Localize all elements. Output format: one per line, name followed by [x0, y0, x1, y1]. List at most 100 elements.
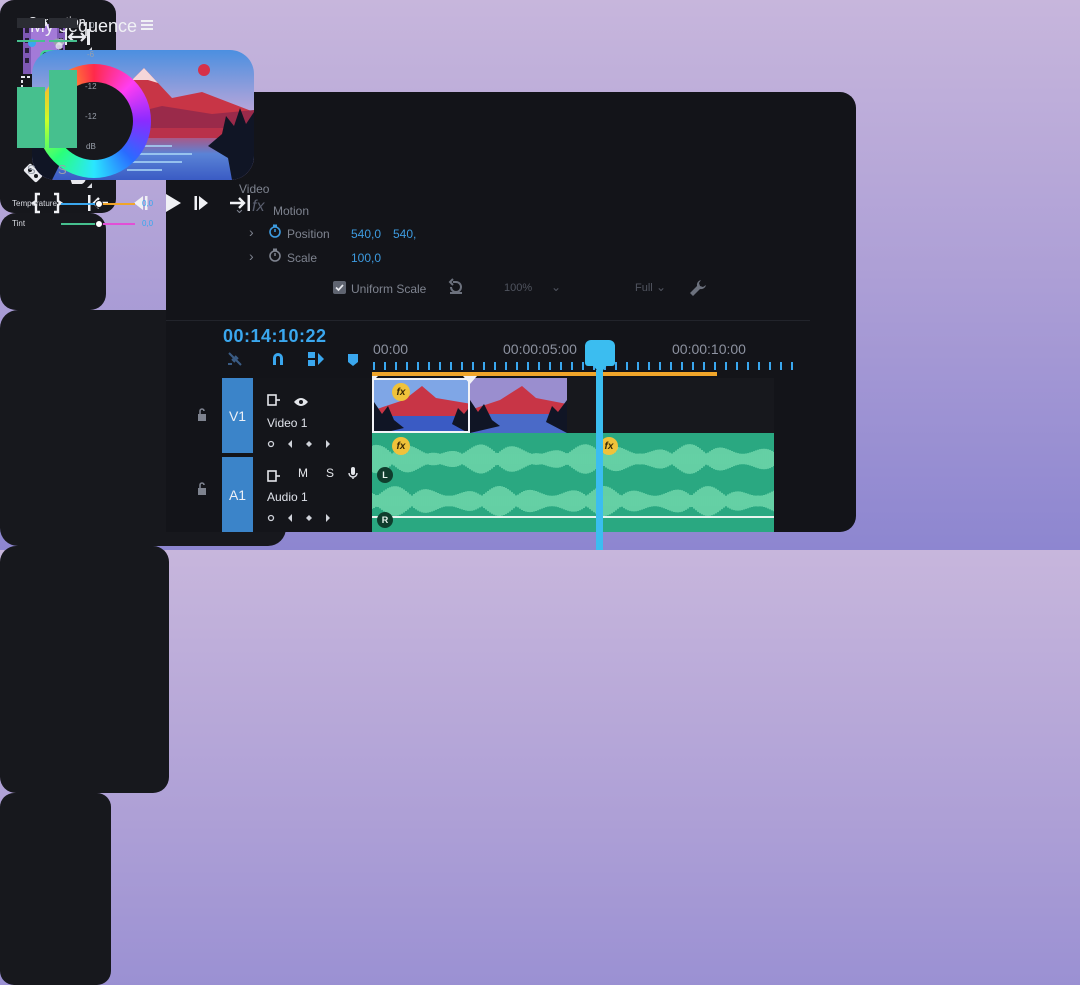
clip-thumbnail	[374, 380, 468, 431]
solo-right-button[interactable]: S	[58, 162, 67, 177]
snap-button[interactable]	[270, 351, 286, 372]
ruler-time-label: 00:00	[373, 341, 409, 357]
solo-button[interactable]: S	[326, 466, 334, 480]
add-marker-button[interactable]	[347, 353, 359, 372]
effect-controls: Video ⌄ fx Motion › Position 540,0 540, …	[228, 168, 818, 318]
db-scale-label: -6	[87, 50, 95, 59]
ruler-time-label: 00:00:05:00	[503, 341, 577, 357]
work-area-bar	[372, 372, 717, 376]
keyframe-controls	[267, 436, 337, 448]
fx-badge[interactable]: fx	[392, 437, 410, 455]
effect-name: Motion	[273, 204, 310, 218]
chevron-right-icon[interactable]: ›	[249, 224, 254, 240]
linked-selection-icon	[228, 352, 242, 366]
param-position-label: Position	[287, 227, 330, 241]
playhead[interactable]	[585, 340, 615, 550]
audio-waveform	[372, 444, 774, 518]
scale-value[interactable]: 100,0	[351, 251, 381, 265]
waveform-channel	[372, 486, 774, 516]
playhead-line	[596, 370, 603, 550]
param-scale-label: Scale	[287, 251, 318, 265]
audio-clip[interactable]	[372, 433, 774, 532]
lock-icon[interactable]	[196, 408, 208, 427]
temperature-slider[interactable]	[61, 200, 135, 208]
level-bar	[49, 70, 77, 148]
position-y-value[interactable]: 540,	[393, 227, 416, 241]
prev-keyframe-icon	[288, 514, 292, 522]
keyframe-controls	[267, 510, 337, 522]
chevron-right-icon[interactable]: ›	[249, 248, 254, 264]
correction-panel: ⌄ Correction Temperature 0,0 Tint 0,0	[0, 14, 169, 793]
marker-icon	[348, 354, 358, 366]
lock-icon[interactable]	[196, 482, 208, 501]
reset-icon[interactable]	[447, 278, 465, 301]
video-clip[interactable]	[470, 378, 567, 433]
transition-marker	[372, 376, 378, 382]
play-icon[interactable]	[162, 192, 184, 219]
checkmark-icon	[335, 284, 344, 292]
divider	[166, 320, 810, 321]
db-scale-label: -12	[85, 82, 97, 91]
track-name-audio[interactable]: Audio 1	[267, 490, 308, 504]
track-name-video[interactable]: Video 1	[267, 416, 307, 430]
meter-channel-left	[17, 18, 45, 148]
prev-keyframe-icon	[288, 440, 292, 448]
tint-label: Tint	[12, 219, 26, 228]
timecode[interactable]: 00:14:10:22	[223, 326, 327, 347]
video-clip[interactable]	[372, 378, 470, 433]
playhead-handle[interactable]	[585, 340, 615, 366]
db-scale-label: -12	[85, 112, 97, 121]
sequence-markers-button[interactable]	[307, 351, 325, 372]
next-keyframe-icon	[326, 440, 330, 448]
stopwatch-icon[interactable]	[268, 248, 282, 267]
keyframe-toggle-icon	[267, 514, 275, 522]
track-target-a1[interactable]: A1	[222, 457, 253, 532]
mute-button[interactable]: M	[298, 466, 308, 480]
track-target-v1[interactable]: V1	[222, 378, 253, 453]
temperature-label: Temperature	[12, 199, 57, 208]
toggle-sync-lock-icon[interactable]	[267, 393, 281, 411]
ruler-time-label: 00:00:10:00	[672, 341, 746, 357]
db-scale-label: dB	[86, 142, 96, 151]
audio-meters-panel: 0 -6 -12 -12 dB S S	[0, 18, 111, 985]
go-to-out-icon[interactable]	[228, 192, 252, 219]
tint-value[interactable]: 0,0	[142, 219, 153, 228]
level-bar	[17, 86, 45, 148]
step-forward-icon[interactable]	[192, 192, 212, 219]
fx-badge[interactable]: fx	[392, 383, 410, 401]
uniform-scale-label: Uniform Scale	[351, 282, 427, 296]
next-keyframe-icon	[326, 514, 330, 522]
menu-icon[interactable]	[140, 18, 154, 37]
peak-indicator	[17, 40, 45, 42]
stopwatch-icon[interactable]	[268, 224, 282, 243]
right-channel-badge: R	[377, 512, 393, 528]
slider-thumb[interactable]	[95, 220, 103, 228]
toggle-sync-lock-icon[interactable]	[267, 469, 281, 487]
eye-icon[interactable]	[293, 394, 309, 412]
snap-toggle[interactable]	[226, 350, 244, 373]
add-keyframe-icon	[306, 441, 312, 447]
transition-marker[interactable]	[463, 376, 477, 384]
slider-thumb[interactable]	[95, 200, 103, 208]
track-header-area: Video 1 M S Audio 1	[253, 378, 372, 532]
add-keyframe-icon	[306, 515, 312, 521]
magnet-icon	[273, 353, 283, 365]
microphone-icon[interactable]	[348, 466, 358, 485]
nest-icon	[308, 352, 324, 366]
solo-left-button[interactable]: S	[27, 162, 36, 177]
chevron-down-icon[interactable]: ⌄	[656, 280, 666, 294]
resolution-select[interactable]: Full	[635, 282, 653, 294]
temperature-value[interactable]: 0,0	[142, 199, 153, 208]
waveform-channel	[372, 444, 774, 474]
position-x-value[interactable]: 540,0	[351, 227, 381, 241]
wrench-icon[interactable]	[688, 278, 708, 303]
clip-thumbnail	[470, 378, 567, 433]
track-lock-column	[166, 378, 222, 532]
keyframe-toggle-icon	[267, 440, 275, 448]
zoom-select[interactable]: 100%	[504, 282, 532, 294]
chevron-down-icon[interactable]: ⌄	[551, 280, 561, 294]
tint-slider[interactable]	[61, 220, 135, 228]
peak-indicator	[49, 40, 77, 42]
uniform-scale-checkbox[interactable]	[333, 281, 346, 294]
db-scale-label: 0	[90, 21, 95, 30]
